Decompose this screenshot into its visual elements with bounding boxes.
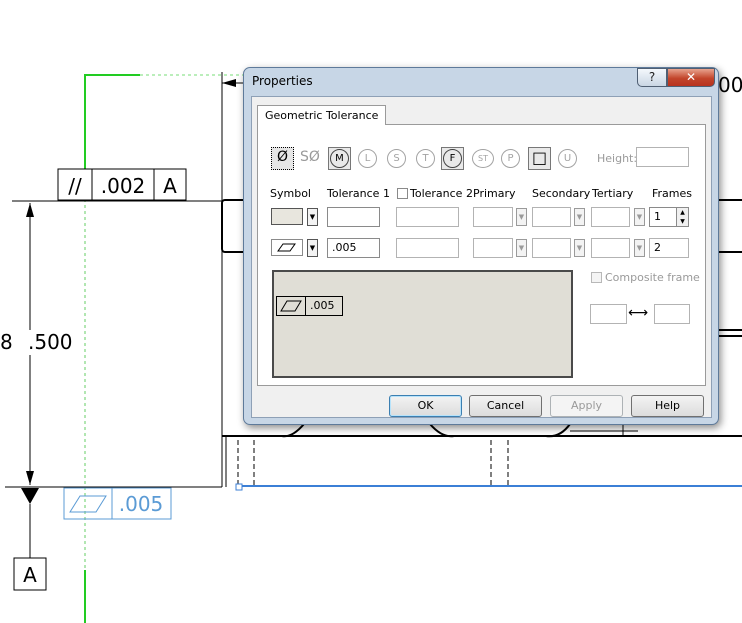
row2-symbol-field[interactable]: [271, 239, 303, 256]
preview-fcf: .005: [276, 296, 343, 316]
row1-tolerance2-input[interactable]: [396, 207, 459, 227]
part-fillet-1: [281, 423, 305, 438]
col-primary: Primary: [473, 187, 516, 200]
row1-tertiary-input[interactable]: [591, 207, 630, 227]
height-input[interactable]: [636, 147, 689, 167]
projected-zone-icon[interactable]: P: [501, 149, 520, 168]
flatness-icon: [277, 243, 296, 252]
green-leader-line: [84, 74, 140, 173]
row1-primary-input[interactable]: [473, 207, 513, 227]
row2-primary-dropdown[interactable]: ▼: [516, 239, 527, 257]
row2-secondary-dropdown[interactable]: ▼: [574, 239, 585, 257]
fcf-top-value: .002: [101, 174, 146, 198]
datum-triangle: [21, 488, 39, 504]
datum-label: A: [23, 563, 37, 587]
dialog-title: Properties: [252, 74, 313, 88]
part-fillet-2: [429, 423, 455, 438]
title-help-button[interactable]: ?: [637, 68, 667, 87]
dim-arrow-left: [222, 79, 236, 87]
diameter-icon: Ø: [276, 149, 289, 165]
cancel-button[interactable]: Cancel: [469, 395, 542, 417]
symbol-button-free-state[interactable]: F: [441, 147, 464, 170]
col-tolerance1: Tolerance 1: [327, 187, 390, 200]
fcf-top-datum: A: [163, 174, 177, 198]
fcf-bottom-value: .005: [119, 492, 164, 516]
help-button[interactable]: Help: [631, 395, 704, 417]
dimension-arrow-up: [26, 203, 34, 217]
flatness-icon: [69, 495, 107, 513]
symbol-button-basic[interactable]: □: [528, 147, 551, 170]
row1-frame-spin-buttons[interactable]: ▲ ▼: [676, 207, 689, 227]
preview-divider: [305, 297, 306, 315]
row2-symbol-dropdown[interactable]: ▼: [307, 239, 318, 257]
col-frames: Frames: [652, 187, 693, 200]
composite-frame-checkbox[interactable]: [591, 272, 602, 283]
ok-button[interactable]: OK: [389, 395, 462, 417]
basic-dimension-icon: □: [531, 148, 548, 167]
col-tolerance2: Tolerance 2: [410, 187, 473, 200]
row1-symbol-field[interactable]: [271, 208, 303, 225]
rfs-icon[interactable]: S: [387, 149, 406, 168]
properties-dialog: Properties ? ✕ Geometric Tolerance Ø SØ …: [243, 67, 719, 425]
dimension-leading-digit: 8: [0, 330, 13, 354]
row2-tolerance2-input[interactable]: [396, 238, 459, 258]
spherical-diameter-icon[interactable]: SØ: [300, 149, 320, 165]
row1-tertiary-dropdown[interactable]: ▼: [634, 208, 645, 226]
dimension-value[interactable]: .500: [28, 330, 73, 354]
row1-symbol-dropdown[interactable]: ▼: [307, 208, 318, 226]
row2-secondary-input[interactable]: [532, 238, 571, 258]
row1-primary-dropdown[interactable]: ▼: [516, 208, 527, 226]
double-arrow-icon: ⟷: [628, 305, 649, 321]
composite-right-input[interactable]: [654, 304, 690, 324]
fcf-preview-area: .005: [272, 270, 573, 378]
col-symbol: Symbol: [270, 187, 311, 200]
partial-dimension: 00: [718, 73, 742, 97]
tolerance2-checkbox[interactable]: [397, 188, 408, 199]
tangent-plane-icon[interactable]: T: [416, 149, 435, 168]
row2-tertiary-dropdown[interactable]: ▼: [634, 239, 645, 257]
row2-frame-field[interactable]: 2: [649, 238, 689, 258]
fcf-bottom[interactable]: .005: [63, 487, 172, 520]
dimension-arrow-down: [26, 471, 34, 485]
preview-value: .005: [310, 299, 335, 312]
fcf-top-modifier: //: [68, 174, 82, 198]
row2-tolerance1-input[interactable]: .005: [327, 238, 380, 258]
mmc-icon: M: [330, 149, 349, 168]
lmc-icon[interactable]: L: [358, 149, 377, 168]
row2-primary-input[interactable]: [473, 238, 513, 258]
fcf-top[interactable]: // .002 A: [57, 168, 187, 201]
apply-button[interactable]: Apply: [550, 395, 623, 417]
symbol-button-diameter[interactable]: Ø: [271, 147, 294, 170]
row1-tolerance1-input[interactable]: [327, 207, 380, 227]
row1-frame-spinner[interactable]: 1: [649, 207, 677, 227]
composite-frame-label: Composite frame: [605, 271, 700, 284]
free-state-icon: F: [443, 149, 462, 168]
row2-tertiary-input[interactable]: [591, 238, 630, 258]
tab-geometric-tolerance[interactable]: Geometric Tolerance: [257, 105, 387, 125]
col-secondary: Secondary: [532, 187, 591, 200]
row1-secondary-input[interactable]: [532, 207, 571, 227]
composite-left-input[interactable]: [590, 304, 627, 324]
col-tertiary: Tertiary: [592, 187, 634, 200]
unequal-bilateral-icon[interactable]: U: [558, 149, 577, 168]
selected-edge-handle[interactable]: [235, 483, 243, 491]
part-fillet-3: [545, 423, 571, 438]
preview-flatness-icon: [280, 300, 302, 312]
symbol-button-mmc[interactable]: M: [328, 147, 351, 170]
row1-secondary-dropdown[interactable]: ▼: [574, 208, 585, 226]
height-label: Height:: [597, 152, 638, 165]
title-close-button[interactable]: ✕: [667, 68, 715, 87]
statistical-icon[interactable]: ST: [472, 149, 494, 168]
